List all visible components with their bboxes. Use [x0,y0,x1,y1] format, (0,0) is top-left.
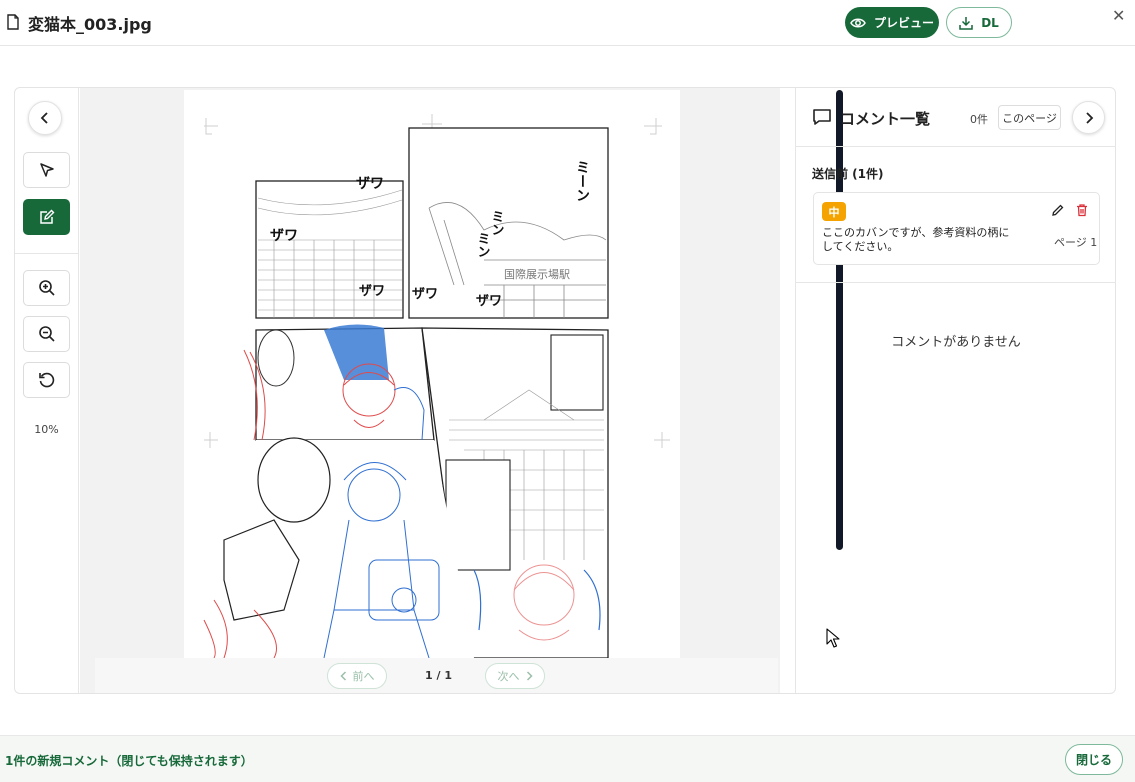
page-counter: 1 / 1 [425,669,452,682]
pointer-icon [39,163,54,177]
mouse-cursor-icon [826,628,840,648]
chevron-left-icon [40,112,48,124]
select-tool-button[interactable] [23,152,70,188]
pencil-icon[interactable] [1051,203,1065,217]
comments-panel: コメント一覧 0件 このページ 送信前 (1件) 中 ここのカバンですが、参考資… [795,88,1116,693]
page-navigation: 前へ 1 / 1 次へ [95,658,778,693]
next-page-label: 次へ [497,670,520,683]
trash-icon[interactable] [1075,203,1089,217]
sfx-text: ミン [475,232,490,258]
zoom-level: 10% [34,423,59,436]
comments-count: 0件 [970,113,988,126]
zoom-out-icon [38,326,55,342]
edit-icon [39,209,54,224]
chevron-right-icon [526,671,533,681]
sfx-text: ミーン [574,160,590,202]
header-bar: 変猫本_003.jpg プレビュー DL ✕ [0,0,1135,46]
sfx-text: ミン [489,210,504,236]
sfx-text: ザワ [359,284,385,299]
sfx-text: ザワ [476,294,502,309]
viewer-panel: 10% 国際展示場駅 ザワ ザワ ミーン ミン ミン ザワ ザワ ザワ 前へ 1… [14,87,1116,694]
download-button[interactable]: DL [946,7,1012,38]
zoom-out-button[interactable] [23,316,70,352]
eye-icon [850,18,866,27]
zoom-in-icon [38,280,55,296]
station-sign-text: 国際展示場駅 [504,268,570,281]
comments-header: コメント一覧 0件 このページ [796,88,1116,147]
download-icon [959,16,973,30]
sfx-text: ザワ [356,176,384,192]
preview-label: プレビュー [873,16,934,30]
tool-sidebar: 10% [15,88,79,693]
comment-text: ここのカバンですが、参考資料の柄にしてください。 [822,226,1010,253]
comment-icon [813,109,831,125]
toolbar-divider [15,253,78,254]
pending-section-title: 送信前 (1件) [812,167,884,181]
prev-page-button[interactable]: 前へ [327,663,387,689]
footer-bar: 1件の新規コメント（閉じても保持されます） 閉じる [0,735,1135,782]
comments-title: コメント一覧 [840,110,931,128]
file-title: 変猫本_003.jpg [28,15,152,34]
manga-page[interactable]: 国際展示場駅 ザワ ザワ ミーン ミン ミン ザワ ザワ ザワ [184,90,680,658]
empty-comments-message: コメントがありません [891,335,1021,350]
rotate-ccw-icon [38,372,54,388]
chevron-left-icon [339,671,346,681]
preview-button[interactable]: プレビュー [845,7,939,38]
comment-card[interactable]: 中 ここのカバンですが、参考資料の柄にしてください。 ページ 1 [813,192,1100,265]
priority-badge: 中 [822,202,846,221]
prev-page-label: 前へ [352,670,375,683]
comments-divider [796,282,1116,283]
collapse-button[interactable] [28,101,62,135]
close-button[interactable]: 閉じる [1065,744,1123,775]
comment-page: ページ 1 [1054,236,1098,249]
chevron-right-icon [1085,111,1093,124]
close-icon[interactable]: ✕ [1112,6,1125,25]
file-icon [7,14,19,30]
annotate-tool-button[interactable] [23,199,70,235]
sfx-text: ザワ [412,287,438,302]
this-page-filter-button[interactable]: このページ [998,105,1061,130]
expand-panel-button[interactable] [1072,101,1105,134]
sfx-text: ザワ [270,228,298,244]
download-label: DL [981,15,999,30]
new-comment-status: 1件の新規コメント（閉じても保持されます） [5,754,253,768]
next-page-button[interactable]: 次へ [485,663,545,689]
canvas-area[interactable]: 国際展示場駅 ザワ ザワ ミーン ミン ミン ザワ ザワ ザワ 前へ 1 / 1… [80,88,843,693]
zoom-in-button[interactable] [23,270,70,306]
reset-view-button[interactable] [23,362,70,398]
manga-artwork: 国際展示場駅 ザワ ザワ ミーン ミン ミン ザワ ザワ ザワ [203,114,670,658]
